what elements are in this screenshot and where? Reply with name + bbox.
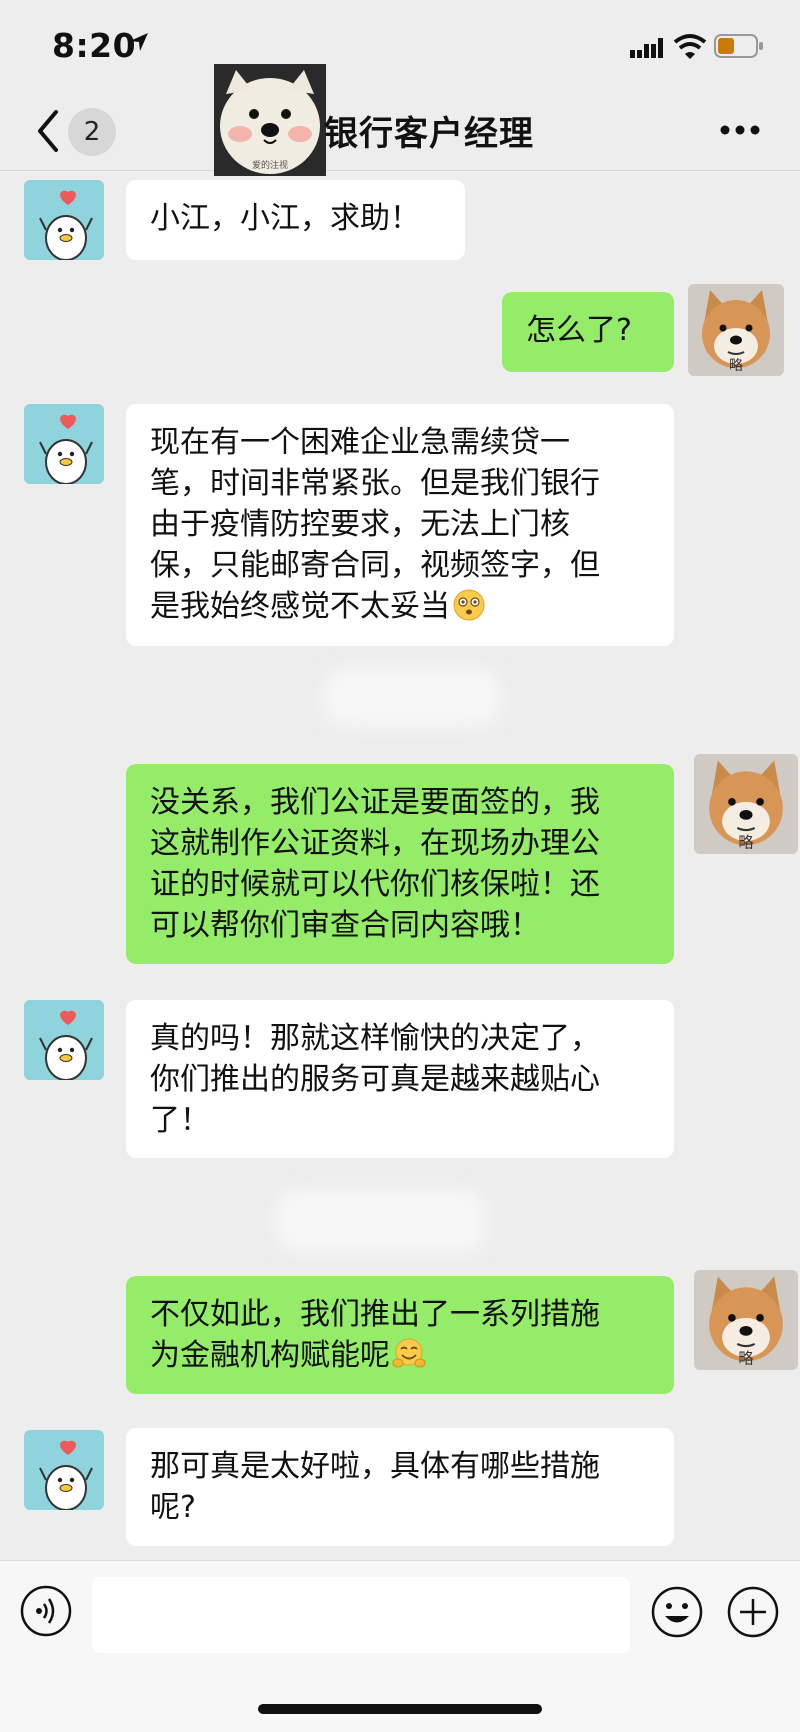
message-bubble-incoming: 现在有一个困难企业急需续贷一 笔，时间非常紧张。但是我们银行 由于疫情防控要求，…: [126, 404, 674, 646]
more-dots-icon[interactable]: [720, 124, 760, 136]
shiba-avatar-icon: 略: [694, 1270, 798, 1370]
shiba-avatar-icon: 略: [688, 284, 784, 376]
avatar-caption: 略: [738, 833, 753, 851]
penguin-avatar-icon: [24, 180, 104, 260]
my-avatar[interactable]: 略: [688, 284, 784, 376]
message-text: 怎么了?: [526, 313, 632, 348]
message-bubble-outgoing: 怎么了?: [502, 292, 674, 372]
contact-avatar[interactable]: [24, 404, 104, 484]
blurred-notice: [324, 668, 500, 726]
my-avatar[interactable]: 略: [694, 1270, 798, 1370]
chevron-left-icon[interactable]: [30, 106, 66, 156]
chat-header: 2 爱的注视 银行客户经理: [0, 64, 800, 176]
home-indicator: [258, 1704, 542, 1714]
contact-avatar[interactable]: [24, 1000, 104, 1080]
message-text: 那可真是太好啦，具体有哪些措施 呢?: [150, 1449, 600, 1525]
battery-icon: [714, 34, 763, 58]
blurred-notice: [276, 1190, 486, 1252]
message-bubble-incoming: 小江，小江，求助！: [126, 180, 465, 260]
avatar-caption: 略: [729, 358, 743, 374]
contact-avatar[interactable]: [24, 1430, 104, 1510]
avatar-caption: 略: [738, 1349, 753, 1367]
message-text: 现在有一个困难企业急需续贷一 笔，时间非常紧张。但是我们银行 由于疫情防控要求，…: [150, 425, 600, 624]
contact-avatar[interactable]: [24, 180, 104, 260]
penguin-avatar-icon: [24, 1000, 104, 1080]
input-bar: [0, 1560, 800, 1732]
chat-title: 银行客户经理: [324, 114, 534, 154]
message-text: 不仅如此，我们推出了一系列措施 为金融机构赋能呢: [150, 1297, 600, 1373]
message-input[interactable]: [92, 1577, 630, 1653]
hugging-face-emoji: [392, 1338, 426, 1368]
my-avatar[interactable]: 略: [694, 754, 798, 854]
status-time: 8:20: [52, 26, 137, 65]
voice-icon[interactable]: [20, 1585, 72, 1637]
smiley-icon[interactable]: [650, 1585, 704, 1639]
wifi-icon: [673, 34, 707, 59]
samoyed-avatar: 爱的注视: [214, 64, 326, 176]
avatar-caption: 爱的注视: [252, 159, 288, 171]
signal-icon: [630, 38, 663, 58]
message-text: 没关系，我们公证是要面签的，我 这就制作公证资料，在现场办理公 证的时候就可以代…: [150, 785, 600, 943]
penguin-avatar-icon: [24, 404, 104, 484]
dizzy-face-emoji: [453, 589, 485, 621]
unread-count-badge[interactable]: 2: [68, 108, 116, 156]
message-bubble-incoming: 那可真是太好啦，具体有哪些措施 呢?: [126, 1428, 674, 1546]
shiba-avatar-icon: 略: [694, 754, 798, 854]
penguin-avatar-icon: [24, 1430, 104, 1510]
message-text: 小江，小江，求助！: [150, 201, 420, 236]
location-arrow-icon: [130, 33, 148, 51]
message-bubble-outgoing: 不仅如此，我们推出了一系列措施 为金融机构赋能呢: [126, 1276, 674, 1394]
message-bubble-outgoing: 没关系，我们公证是要面签的，我 这就制作公证资料，在现场办理公 证的时候就可以代…: [126, 764, 674, 964]
message-bubble-incoming: 真的吗！那就这样愉快的决定了， 你们推出的服务可真是越来越贴心 了！: [126, 1000, 674, 1158]
message-text: 真的吗！那就这样愉快的决定了， 你们推出的服务可真是越来越贴心 了！: [150, 1021, 600, 1138]
status-bar: 8:20: [0, 0, 800, 92]
plus-icon[interactable]: [726, 1585, 780, 1639]
